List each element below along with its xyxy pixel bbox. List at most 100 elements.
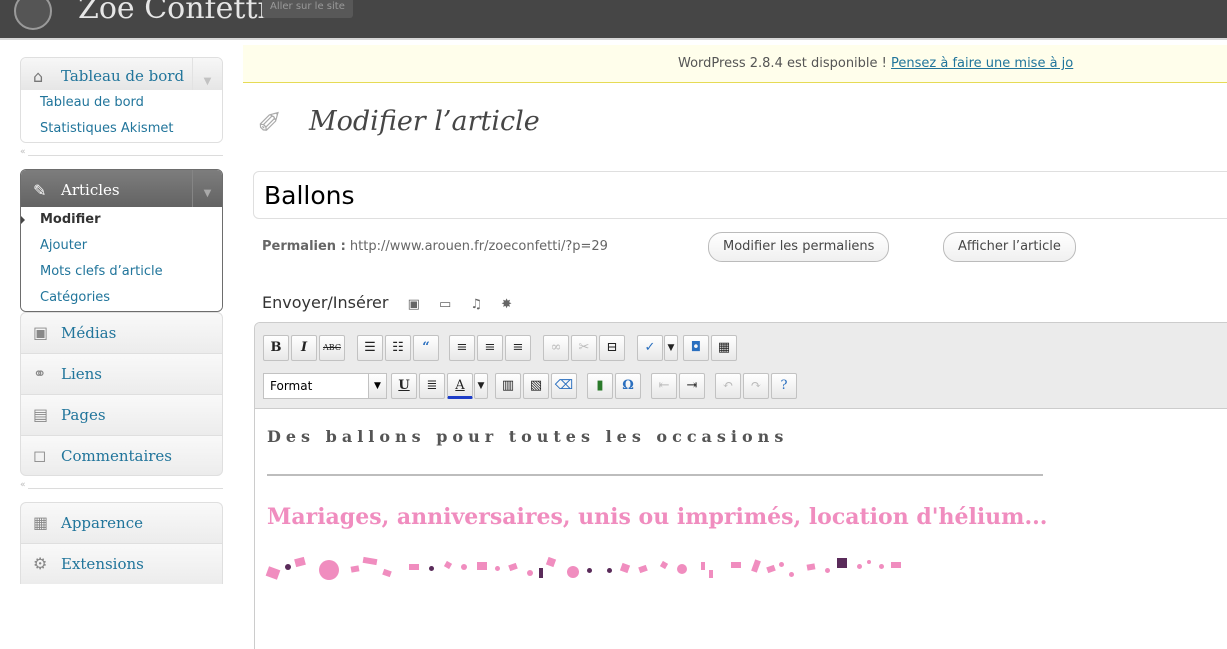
confetti-piece bbox=[751, 559, 761, 573]
add-video-icon[interactable]: ▭ bbox=[439, 292, 451, 318]
collapse-arrow-icon[interactable]: « bbox=[20, 147, 26, 157]
articles-submenu: Modifier Ajouter Mots clefs d’article Ca… bbox=[21, 207, 222, 311]
confetti-piece bbox=[461, 564, 467, 570]
upload-insert-label: Envoyer/Insérer bbox=[262, 293, 389, 312]
add-image-icon[interactable]: ▣ bbox=[408, 292, 420, 318]
menu-item-appearance[interactable]: ▦ Apparence bbox=[20, 502, 223, 543]
menu-articles: ✎ Articles ▼ Modifier Ajouter Mots clefs… bbox=[20, 169, 223, 312]
confetti-piece bbox=[857, 564, 862, 569]
wordpress-logo-icon[interactable] bbox=[14, 0, 52, 30]
confetti-piece bbox=[867, 560, 871, 564]
menu-item-links[interactable]: ⚭ Liens bbox=[20, 353, 223, 394]
menu-toggle-icon[interactable]: ▼ bbox=[192, 170, 222, 207]
pushpin-icon: ✐ bbox=[257, 106, 283, 141]
confetti-piece bbox=[477, 562, 487, 570]
menu-separator[interactable]: « bbox=[20, 476, 223, 502]
menu-dashboard: ⌂ Tableau de bord ▼ Tableau de bord Stat… bbox=[20, 57, 223, 143]
submenu-item-akismet-stats[interactable]: Statistiques Akismet bbox=[21, 116, 222, 142]
strikethrough-button[interactable]: ABC bbox=[319, 335, 345, 361]
italic-button[interactable]: I bbox=[291, 335, 317, 361]
spellcheck-dropdown-icon[interactable]: ▼ bbox=[664, 335, 678, 361]
menu-item-plugins[interactable]: ⚙ Extensions bbox=[20, 543, 223, 584]
kitchen-sink-icon[interactable]: ▦ bbox=[711, 335, 737, 361]
appearance-icon: ▦ bbox=[33, 513, 49, 532]
insert-media-icon[interactable]: ▮ bbox=[587, 373, 613, 399]
format-select[interactable]: Format ▼ bbox=[263, 373, 387, 399]
menu-item-pages[interactable]: ▤ Pages bbox=[20, 394, 223, 435]
link-icon: ⚭ bbox=[33, 364, 47, 383]
menu-dashboard-head[interactable]: ⌂ Tableau de bord ▼ bbox=[21, 58, 222, 90]
submenu-item-categories[interactable]: Catégories bbox=[21, 285, 222, 311]
confetti-piece bbox=[294, 556, 306, 568]
view-post-button[interactable]: Afficher l’article bbox=[943, 232, 1076, 262]
confetti-piece bbox=[701, 562, 705, 570]
submenu-item-edit[interactable]: Modifier bbox=[21, 207, 222, 233]
edit-permalinks-button[interactable]: Modifier les permaliens bbox=[708, 232, 890, 262]
indent-icon[interactable]: ⇥ bbox=[679, 373, 705, 399]
permalink-url[interactable]: http://www.arouen.fr/zoeconfetti/?p=29 bbox=[346, 239, 608, 254]
numbered-list-icon[interactable]: ☷ bbox=[385, 335, 411, 361]
insert-link-icon[interactable]: ∞ bbox=[543, 335, 569, 361]
confetti-piece bbox=[837, 558, 847, 568]
menu-dashboard-label: Tableau de bord bbox=[61, 67, 185, 85]
unlink-icon[interactable]: ✂ bbox=[571, 335, 597, 361]
spellcheck-icon[interactable]: ✓ bbox=[637, 335, 663, 361]
confetti-piece bbox=[891, 562, 901, 568]
bold-button[interactable]: B bbox=[263, 335, 289, 361]
text-color-dropdown-icon[interactable]: ▼ bbox=[474, 373, 488, 399]
confetti-piece bbox=[429, 566, 434, 571]
confetti-piece bbox=[806, 563, 816, 571]
help-icon[interactable]: ? bbox=[771, 373, 797, 399]
confetti-piece bbox=[350, 565, 360, 573]
submenu-item-dashboard[interactable]: Tableau de bord bbox=[21, 90, 222, 116]
confetti-piece bbox=[567, 566, 579, 578]
remove-format-icon[interactable]: ⌫ bbox=[551, 373, 577, 399]
chevron-down-icon[interactable]: ▼ bbox=[368, 374, 386, 398]
align-center-icon[interactable]: ≡ bbox=[477, 335, 503, 361]
menu-articles-label: Articles bbox=[61, 181, 120, 199]
site-title[interactable]: Zoe Confetti bbox=[78, 0, 267, 28]
post-title-input[interactable]: Ballons bbox=[253, 171, 1227, 219]
underline-button[interactable]: U bbox=[391, 373, 417, 399]
confetti-piece bbox=[409, 564, 419, 570]
confetti-piece bbox=[766, 564, 776, 574]
confetti-piece bbox=[731, 562, 741, 568]
confetti-piece bbox=[508, 562, 518, 572]
confetti-piece bbox=[319, 560, 339, 580]
menu-separator[interactable]: « bbox=[20, 143, 223, 169]
undo-icon[interactable]: ↶ bbox=[715, 373, 741, 399]
menu-item-medias[interactable]: ▣ Médias bbox=[20, 312, 223, 353]
blockquote-icon[interactable]: “ bbox=[413, 335, 439, 361]
bullet-list-icon[interactable]: ☰ bbox=[357, 335, 383, 361]
update-link[interactable]: Pensez à faire une mise à jo bbox=[891, 56, 1073, 71]
menu-toggle-icon[interactable]: ▼ bbox=[192, 58, 222, 90]
post-editor: B I ABC ☰ ☷ “ ≡ ≡ ≡ ∞ ✂ ⊟ ✓ ▼ ◘ ▦ Format… bbox=[254, 322, 1227, 649]
visit-site-button[interactable]: Aller sur le site bbox=[262, 0, 353, 18]
insert-more-icon[interactable]: ⊟ bbox=[599, 335, 625, 361]
menu-pages-label: Pages bbox=[61, 406, 106, 424]
justify-icon[interactable]: ≣ bbox=[419, 373, 445, 399]
outdent-icon[interactable]: ⇤ bbox=[651, 373, 677, 399]
paste-text-icon[interactable]: ▥ bbox=[495, 373, 521, 399]
text-color-button[interactable]: A bbox=[447, 373, 473, 399]
collapse-arrow-icon[interactable]: « bbox=[20, 480, 26, 490]
align-left-icon[interactable]: ≡ bbox=[449, 335, 475, 361]
menu-articles-head[interactable]: ✎ Articles ▼ bbox=[21, 170, 222, 207]
special-char-button[interactable]: Ω bbox=[615, 373, 641, 399]
menu-medias-label: Médias bbox=[61, 324, 117, 342]
submenu-item-add[interactable]: Ajouter bbox=[21, 233, 222, 259]
editor-content[interactable]: Des ballons pour toutes les occasions Ma… bbox=[265, 427, 1227, 594]
menu-item-comments[interactable]: ◻ Commentaires bbox=[20, 435, 223, 476]
add-audio-icon[interactable]: ♫ bbox=[470, 292, 482, 318]
align-right-icon[interactable]: ≡ bbox=[505, 335, 531, 361]
fullscreen-icon[interactable]: ◘ bbox=[683, 335, 709, 361]
submenu-item-tags[interactable]: Mots clefs d’article bbox=[21, 259, 222, 285]
paste-word-icon[interactable]: ▧ bbox=[523, 373, 549, 399]
confetti-piece bbox=[825, 568, 830, 573]
confetti-piece bbox=[619, 562, 631, 574]
redo-icon[interactable]: ↷ bbox=[743, 373, 769, 399]
add-media-icon[interactable]: ✸ bbox=[501, 292, 512, 318]
menu-appearance-label: Apparence bbox=[61, 514, 143, 532]
horizontal-rule bbox=[267, 474, 1043, 476]
plugin-icon: ⚙ bbox=[33, 554, 48, 573]
